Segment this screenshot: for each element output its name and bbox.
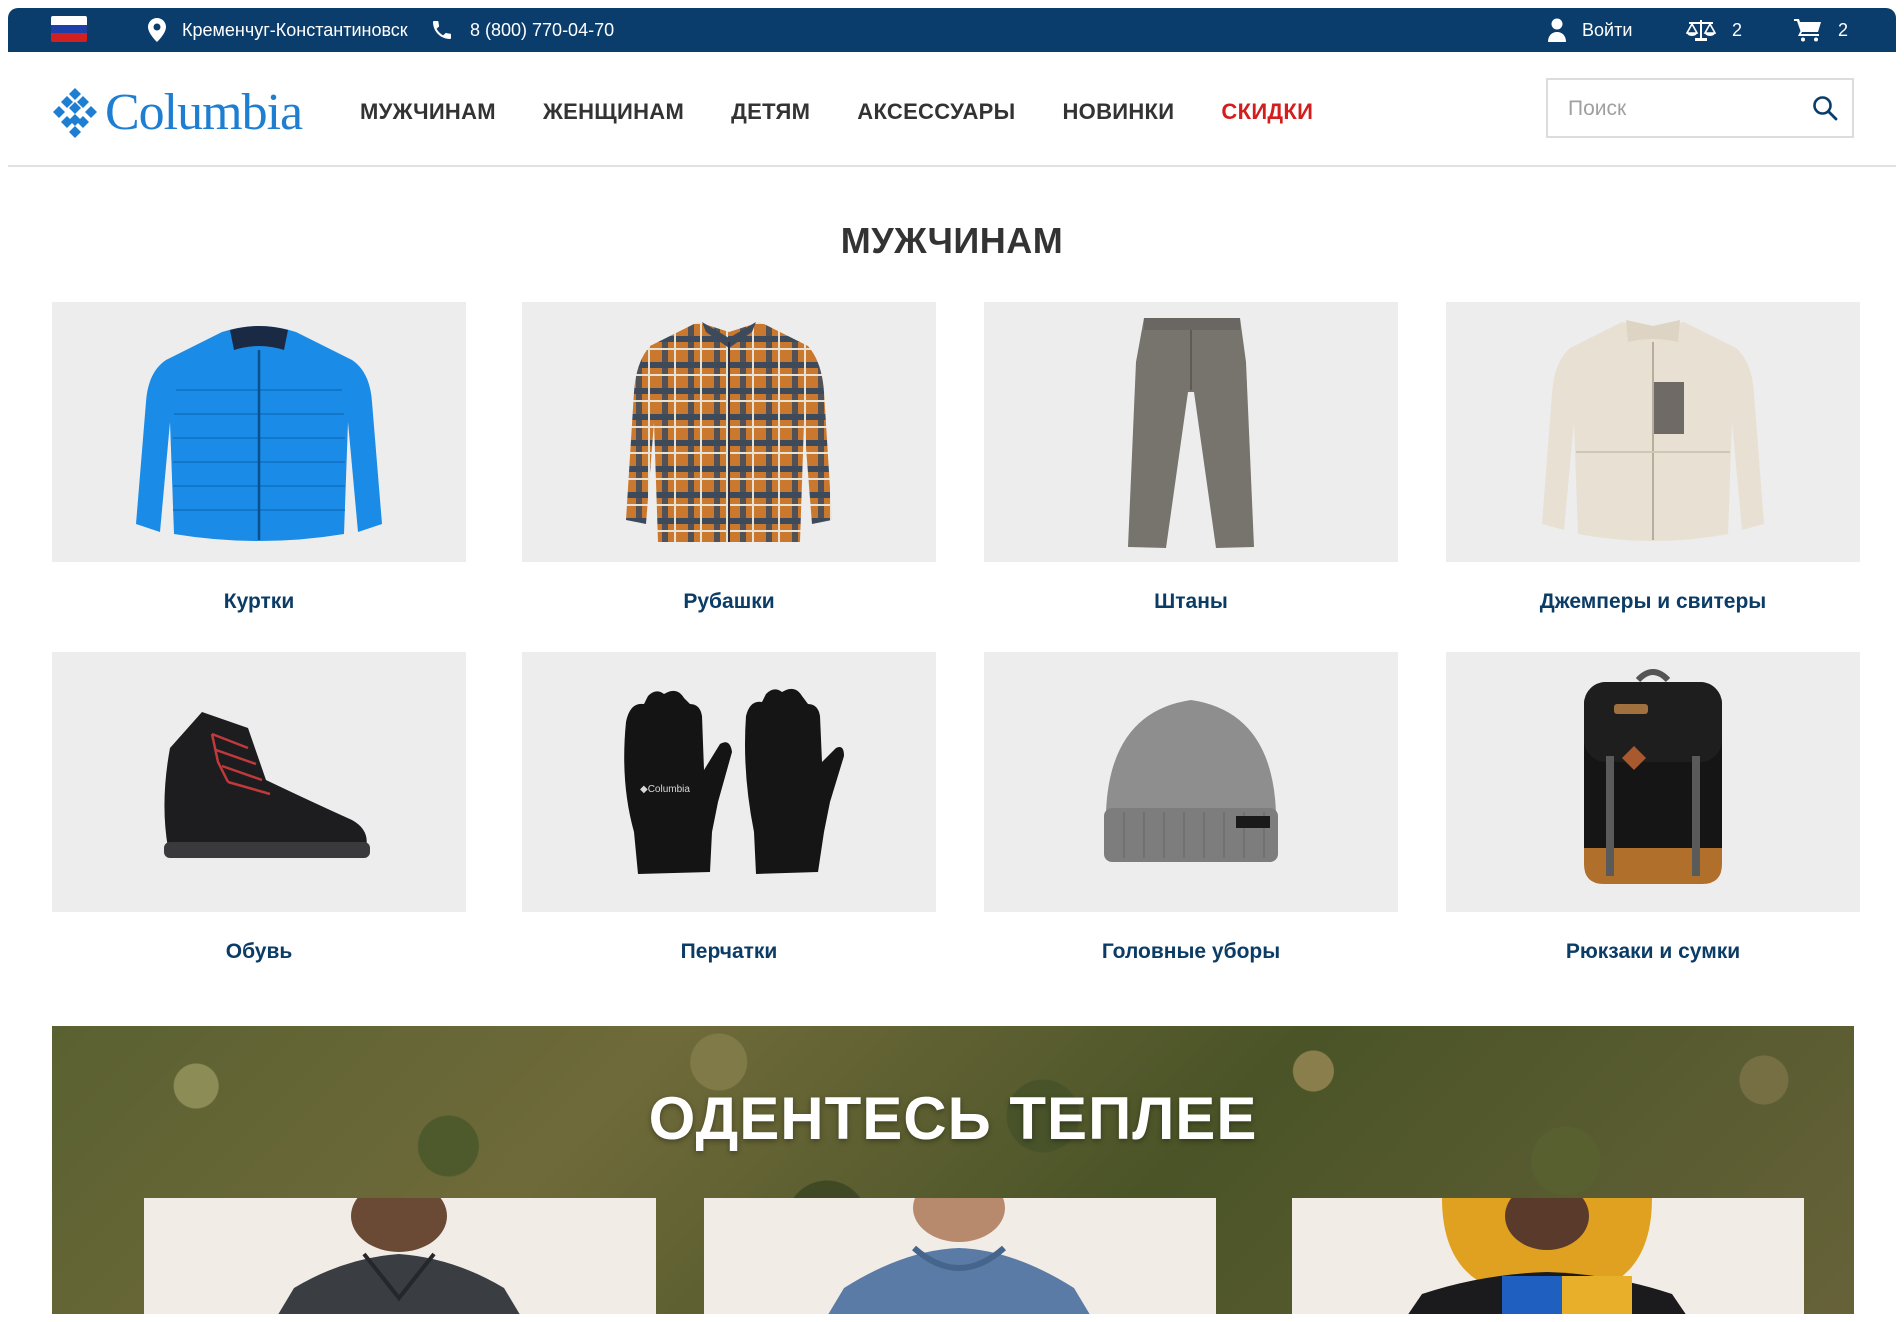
category-label[interactable]: Обувь xyxy=(52,940,466,964)
category-card-jackets[interactable]: Куртки xyxy=(52,302,466,613)
main-header: Columbia МУЖЧИНАМ ЖЕНЩИНАМ ДЕТЯМ АКСЕССУ… xyxy=(8,52,1896,167)
category-image xyxy=(522,302,936,562)
top-bar: Кременчуг-Константиновск 8 (800) 770-04-… xyxy=(8,8,1896,52)
cart-count: 2 xyxy=(1838,19,1849,40)
shirt-image-icon xyxy=(626,322,832,542)
model-colorblock-jacket-image-icon xyxy=(1408,1198,1686,1314)
columbia-diamond-logo-icon xyxy=(53,88,97,138)
category-image xyxy=(984,652,1398,912)
page: Кременчуг-Константиновск 8 (800) 770-04-… xyxy=(8,8,1896,1314)
nav-item-kids[interactable]: ДЕТЯМ xyxy=(731,99,810,125)
promo-banner[interactable]: ОДЕНТЕСЬ ТЕПЛЕЕ xyxy=(52,1026,1854,1314)
category-card-shirts[interactable]: Рубашки xyxy=(522,302,936,613)
nav-item-sale[interactable]: СКИДКИ xyxy=(1221,99,1313,125)
category-card-pants[interactable]: Штаны xyxy=(984,302,1398,613)
compare-count: 2 xyxy=(1732,19,1743,40)
pants-image-icon xyxy=(1128,318,1254,548)
city-name: Кременчуг-Константиновск xyxy=(182,19,408,40)
beanie-image-icon xyxy=(1104,700,1278,862)
category-label[interactable]: Штаны xyxy=(984,590,1398,614)
city-selector[interactable]: Кременчуг-Константиновск xyxy=(148,8,408,52)
search-icon[interactable] xyxy=(1812,95,1838,121)
promo-product-card[interactable] xyxy=(1292,1198,1804,1314)
category-label[interactable]: Джемперы и свитеры xyxy=(1446,590,1860,614)
promo-product-card[interactable] xyxy=(144,1198,656,1314)
category-card-sweaters[interactable]: Джемперы и свитеры xyxy=(1446,302,1860,613)
category-label[interactable]: Рубашки xyxy=(522,590,936,614)
category-card-hats[interactable]: Головные уборы xyxy=(984,652,1398,963)
russia-flag-icon[interactable] xyxy=(51,16,87,42)
phone-number: 8 (800) 770-04-70 xyxy=(470,19,615,40)
category-card-gloves[interactable]: ◆Columbia Перчатки xyxy=(522,652,936,963)
category-image xyxy=(1446,652,1860,912)
search-input[interactable] xyxy=(1568,94,1798,124)
user-icon xyxy=(1548,18,1566,42)
category-image xyxy=(52,652,466,912)
fleece-image-icon xyxy=(1542,320,1764,541)
compare-scales-icon xyxy=(1686,20,1716,41)
page-title: МУЖЧИНАМ xyxy=(840,220,1064,261)
category-label[interactable]: Головные уборы xyxy=(984,940,1398,964)
svg-text:◆Columbia: ◆Columbia xyxy=(640,784,690,795)
nav-item-men[interactable]: МУЖЧИНАМ xyxy=(360,99,496,125)
boot-image-icon xyxy=(164,712,370,858)
promo-product-card[interactable] xyxy=(704,1198,1216,1314)
category-image xyxy=(52,302,466,562)
backpack-image-icon xyxy=(1584,669,1722,884)
login-link[interactable]: Войти xyxy=(1548,8,1632,52)
category-label[interactable]: Перчатки xyxy=(522,940,936,964)
promo-title: ОДЕНТЕСЬ ТЕПЛЕЕ xyxy=(648,1085,1258,1152)
category-label[interactable]: Рюкзаки и сумки xyxy=(1446,940,1860,964)
category-image: ◆Columbia xyxy=(522,652,936,912)
category-card-backpacks[interactable]: Рюкзаки и сумки xyxy=(1446,652,1860,963)
model-dark-jacket-image-icon xyxy=(278,1198,520,1314)
category-card-shoes[interactable]: Обувь xyxy=(52,652,466,963)
category-label[interactable]: Куртки xyxy=(52,590,466,614)
columbia-logo[interactable]: Columbia xyxy=(51,84,303,141)
nav-item-new[interactable]: НОВИНКИ xyxy=(1062,99,1174,125)
map-pin-icon xyxy=(148,18,166,42)
phone-link[interactable]: 8 (800) 770-04-70 xyxy=(430,8,614,52)
nav-item-women[interactable]: ЖЕНЩИНАМ xyxy=(543,99,684,125)
jacket-image-icon xyxy=(136,326,382,541)
main-nav: МУЖЧИНАМ ЖЕНЩИНАМ ДЕТЯМ АКСЕССУАРЫ НОВИН… xyxy=(360,99,1360,125)
phone-icon xyxy=(433,21,451,39)
login-label: Войти xyxy=(1582,19,1633,40)
category-image xyxy=(1446,302,1860,562)
cart-link[interactable]: 2 xyxy=(1794,8,1848,52)
logo-text: Columbia xyxy=(105,84,303,141)
search-box xyxy=(1546,78,1854,138)
gloves-image-icon: ◆Columbia xyxy=(624,688,844,874)
nav-item-accessories[interactable]: АКСЕССУАРЫ xyxy=(857,99,1015,125)
compare-link[interactable]: 2 xyxy=(1686,8,1742,52)
model-blue-hoodie-image-icon xyxy=(828,1198,1090,1314)
category-image xyxy=(984,302,1398,562)
cart-icon xyxy=(1794,19,1821,42)
